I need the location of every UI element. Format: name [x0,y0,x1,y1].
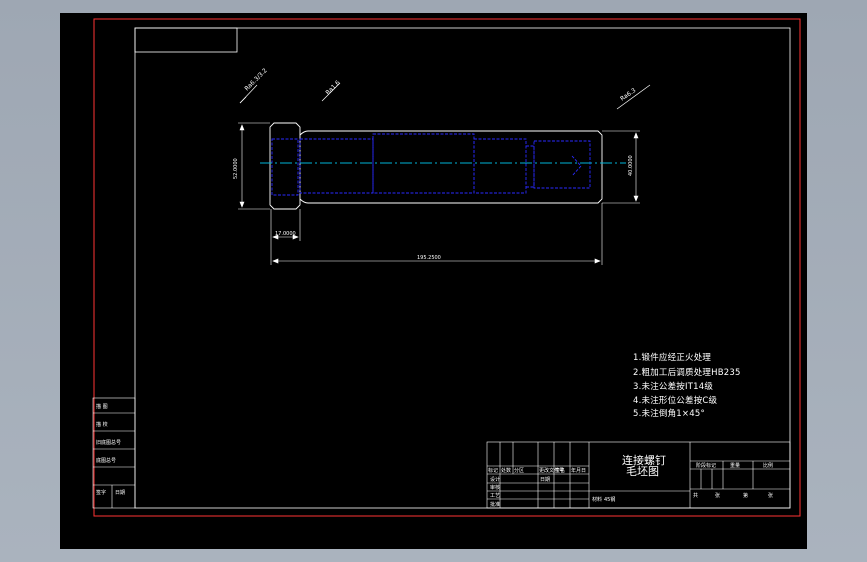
surface-mark-middle-text: Ra1.6 [324,79,341,96]
top-left-code-box [134,27,238,53]
tb-label-4: 签名 [555,467,565,474]
tb-role-2: 工艺 [490,493,500,499]
dim-head-width: 17.0000 [275,231,296,237]
note-1: 1.锻件应经正火处理 [633,352,711,363]
surface-mark-right: Ra6.3 [616,84,651,110]
dim-head-diameter: 52.0000 [233,158,239,179]
tb-sheet-2: 第 [743,492,748,499]
surface-mark-left-text: Ra6.3/3.2 [243,67,268,92]
material-label: 材料 [592,496,602,503]
note-4: 4.未注形位公差按C级 [633,395,718,406]
side-row-5: 日期 [115,490,125,496]
tb-date-label: 日期 [540,477,550,483]
material-value: 45钢 [604,496,615,503]
side-row-1: 描 校 [96,421,108,428]
tb-sheet-1: 张 [715,492,720,499]
tb-scale-1: 重量 [730,462,740,469]
note-2: 2.粗加工后调质处理HB235 [633,367,741,378]
note-3: 3.未注公差按IT14级 [633,381,713,392]
surface-mark-middle: Ra1.6 [321,79,342,102]
surface-mark-left: Ra6.3/3.2 [239,67,269,104]
tb-sheet-3: 张 [768,492,773,499]
tb-sheet-0: 共 [693,492,698,499]
tb-scale-0: 阶段标记 [696,462,716,469]
surface-mark-right-text: Ra6.3 [619,87,637,103]
tb-label-1: 处数 [501,467,511,474]
note-5: 5.未注倒角1×45° [633,408,705,419]
part-outline [269,122,603,210]
side-row-2: 旧底图总号 [96,439,121,446]
cad-drawing-canvas[interactable]: 描 图 描 校 旧底图总号 底图总号 签字 日期 Ra6.3/3.2 Ra1.6… [60,13,807,549]
tb-scale-2: 比例 [763,462,773,469]
tb-role-1: 审核 [490,484,500,491]
side-row-3: 底图总号 [96,457,116,464]
tb-role-3: 批准 [490,501,500,508]
drawing-sheet: 描 图 描 校 旧底图总号 底图总号 签字 日期 Ra6.3/3.2 Ra1.6… [92,18,801,517]
tb-label-0: 标记 [488,467,498,474]
dim-overall-length: 195.2500 [417,255,441,261]
side-row-4: 签字 [96,489,106,496]
outer-frame [93,18,801,517]
tb-role-0: 设计 [490,476,500,483]
technical-notes: 1.锻件应经正火处理 2.粗加工后调质处理HB235 3.未注公差按IT14级 … [633,352,741,419]
drawing-type: 毛坯图 [626,465,659,478]
tb-label-2: 分区 [514,467,524,474]
dim-shank-diameter: 40.0000 [628,155,634,176]
side-row-0: 描 图 [96,403,108,410]
hidden-lines [271,133,591,196]
inner-frame [134,27,791,509]
tb-label-5: 年月日 [571,467,586,474]
